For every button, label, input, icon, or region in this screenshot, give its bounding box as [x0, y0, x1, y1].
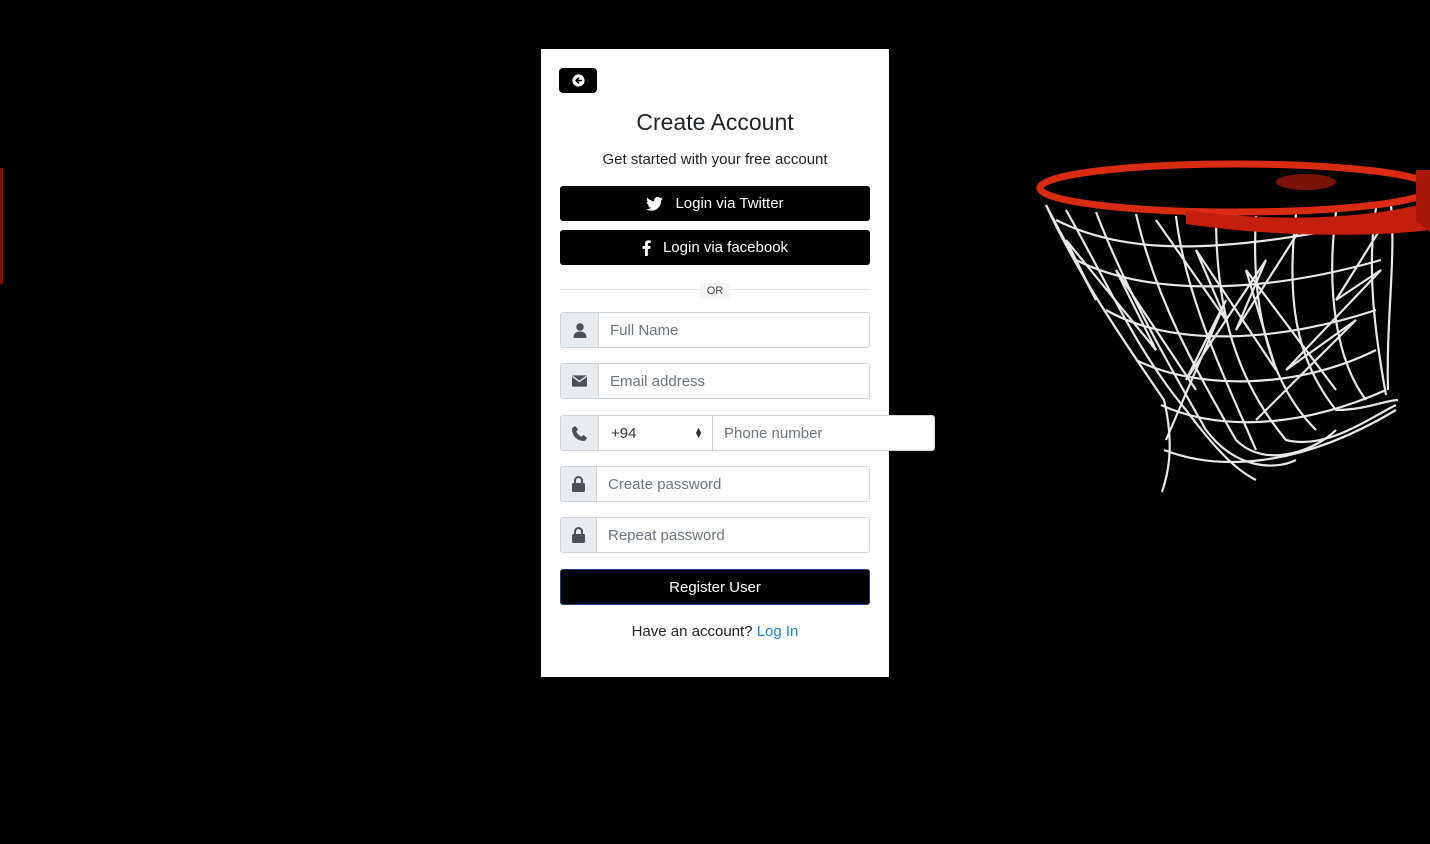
- page-title: Create Account: [636, 109, 794, 135]
- back-button[interactable]: [559, 68, 597, 93]
- country-code-value: +94: [611, 424, 637, 442]
- create-account-card: Create Account Get started with your fre…: [541, 49, 935, 677]
- phone-number-input[interactable]: [713, 415, 935, 451]
- phone-icon: [572, 425, 587, 441]
- repeat-password-input[interactable]: [597, 517, 870, 553]
- user-icon: [572, 322, 587, 338]
- arrow-left-circle-icon: [571, 74, 585, 87]
- login-twitter-label: Login via Twitter: [675, 195, 784, 212]
- full-name-group: [560, 312, 870, 348]
- email-addon: [560, 363, 599, 399]
- country-code-select[interactable]: +94 ▲ ▼: [599, 415, 713, 451]
- email-group: [560, 363, 870, 399]
- background-rim-edge: [0, 168, 3, 284]
- email-input[interactable]: [599, 363, 870, 399]
- divider-or: OR: [541, 281, 889, 299]
- facebook-icon: [642, 239, 651, 256]
- login-prompt: Have an account? Log In: [541, 623, 889, 640]
- login-twitter-button[interactable]: Login via Twitter: [560, 186, 870, 221]
- repeat-password-group: [560, 517, 870, 553]
- phone-group: +94 ▲ ▼: [560, 415, 935, 451]
- login-facebook-label: Login via facebook: [662, 239, 789, 256]
- divider-or-label: OR: [699, 283, 731, 299]
- login-facebook-button[interactable]: Login via facebook: [560, 230, 870, 265]
- page-subtitle: Get started with your free account: [602, 151, 828, 168]
- register-user-button[interactable]: Register User: [560, 569, 870, 605]
- envelope-icon: [572, 375, 587, 387]
- repeat-password-addon: [560, 517, 597, 553]
- sort-icon: ▲ ▼: [694, 425, 703, 440]
- lock-icon: [572, 476, 585, 492]
- full-name-addon: [560, 312, 599, 348]
- twitter-icon: [646, 196, 664, 211]
- create-password-addon: [560, 466, 597, 502]
- create-password-input[interactable]: [597, 466, 870, 502]
- lock-icon: [572, 527, 585, 543]
- basketball-hoop-image: [1036, 160, 1430, 493]
- login-link[interactable]: Log In: [757, 623, 799, 640]
- full-name-input[interactable]: [599, 312, 870, 348]
- create-password-group: [560, 466, 870, 502]
- have-account-text: Have an account?: [631, 623, 753, 640]
- phone-addon: [560, 415, 599, 451]
